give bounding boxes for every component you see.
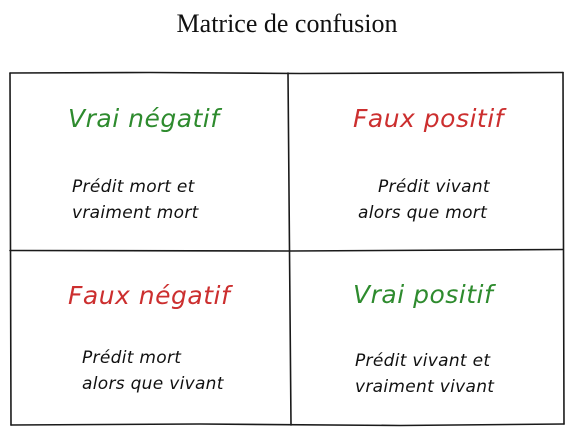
- description-line: Prédit vivant: [378, 177, 490, 197]
- cell-description-true-negative: Prédit mort et vraiment mort: [72, 174, 199, 226]
- description-line: alors que vivant: [82, 374, 224, 394]
- grid-border-top: [9, 71, 564, 75]
- description-line: alors que mort: [358, 203, 488, 223]
- cell-description-false-positive: Prédit vivant alors que mort: [358, 174, 490, 226]
- cell-heading-false-positive: Faux positif: [353, 104, 504, 133]
- description-line: Prédit vivant et: [355, 351, 491, 371]
- grid-border-bottom: [10, 423, 565, 427]
- cell-description-false-negative: Prédit mort alors que vivant: [82, 345, 224, 397]
- grid-border-right: [562, 71, 565, 425]
- description-line: vraiment mort: [72, 203, 199, 223]
- cell-heading-true-negative: Vrai négatif: [68, 104, 220, 133]
- grid-divider-vertical: [287, 72, 292, 426]
- cell-heading-true-positive: Vrai positif: [353, 280, 494, 309]
- cell-heading-false-negative: Faux négatif: [68, 281, 231, 310]
- description-line: vraiment vivant: [355, 377, 495, 397]
- description-line: Prédit mort: [82, 348, 182, 368]
- description-line: Prédit mort et: [72, 177, 195, 197]
- cell-description-true-positive: Prédit vivant et vraiment vivant: [355, 348, 494, 400]
- grid-divider-horizontal: [9, 248, 564, 252]
- grid-border-left: [9, 72, 12, 426]
